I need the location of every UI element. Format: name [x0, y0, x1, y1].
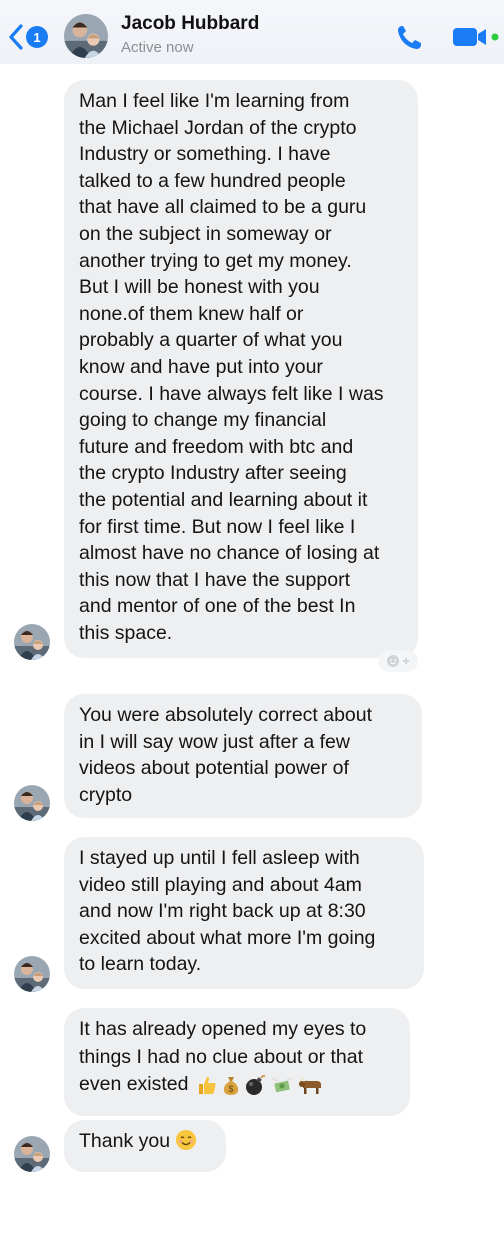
message-line: the crypto Industry after seeing: [79, 462, 347, 485]
online-dot: [491, 33, 499, 41]
message-line: on the subject in someway or: [79, 222, 332, 245]
message-line: crypto: [79, 783, 133, 806]
message-line: future and freedom with btc and: [79, 435, 354, 458]
message-line: But I will be honest with you: [79, 276, 320, 299]
message-line: videos about potential power of: [79, 757, 349, 780]
message-line: It has already opened my eyes to: [79, 1018, 367, 1040]
message-line: You were absolutely correct about: [79, 704, 373, 726]
active-status: Active now: [121, 39, 194, 56]
message-line: none.of them knew half or: [79, 302, 304, 325]
message-line: Man I feel like I'm learning from: [79, 90, 350, 112]
message-bubble[interactable]: Man I feel like I'm learning from the Mi…: [64, 80, 418, 658]
sender-avatar[interactable]: [14, 1136, 50, 1172]
back-button[interactable]: 1: [8, 22, 58, 52]
message-line: another trying to get my money.: [79, 249, 352, 272]
message-line: this space.: [79, 621, 173, 644]
video-call-icon[interactable]: [450, 24, 502, 50]
message-line: in I will say wow just after a few: [79, 730, 350, 753]
bomb-icon: [245, 1074, 266, 1095]
message-bubble[interactable]: You were absolutely correct about in I w…: [64, 694, 422, 818]
message-line: for first time. But now I feel like I: [79, 515, 356, 538]
contact-avatar[interactable]: [64, 14, 108, 58]
conversation-header: 1 Jacob Hubbard Active now: [0, 0, 504, 64]
message-line: going to change my financial: [79, 409, 327, 432]
message-line: know and have put into your: [79, 355, 323, 378]
message-line: almost have no chance of losing at: [79, 542, 380, 565]
message-line: the Michael Jordan of the crypto: [79, 116, 357, 139]
message-line: the potential and learning about it: [79, 488, 368, 511]
message-line: to learn today.: [79, 953, 202, 976]
message-line: and now I'm right back up at 8:30: [79, 900, 366, 923]
thumbs-up-icon: [198, 1076, 216, 1094]
message-line: things I had no clue about or that: [79, 1045, 364, 1068]
sender-avatar[interactable]: [14, 956, 50, 992]
money-with-wings-icon: [270, 1077, 293, 1093]
sender-avatar[interactable]: [14, 624, 50, 660]
message-text: Thank you: [79, 1130, 171, 1152]
svg-text:$: $: [228, 1084, 233, 1094]
contact-name[interactable]: Jacob Hubbard: [121, 13, 259, 35]
add-reaction-button[interactable]: [378, 650, 418, 672]
smiling-face-icon: [176, 1130, 197, 1150]
ox-icon: [298, 1078, 321, 1094]
sender-avatar[interactable]: [14, 785, 50, 821]
message-line: Industry or something. I have: [79, 143, 331, 166]
phone-call-icon[interactable]: [393, 22, 427, 52]
message-bubble[interactable]: It has already opened my eyes to things …: [64, 1008, 410, 1116]
message-line: video still playing and about 4am: [79, 873, 362, 896]
message-line: talked to a few hundred people: [79, 169, 346, 192]
message-line: Thank you: [79, 1128, 212, 1155]
message-bubble[interactable]: Thank you: [64, 1120, 226, 1172]
message-line: probably a quarter of what you: [79, 329, 343, 352]
unread-badge: 1: [26, 26, 48, 48]
message-line: excited about what more I'm going: [79, 926, 376, 949]
message-line: even existed $: [79, 1071, 396, 1099]
emoji-group: $: [196, 1074, 324, 1096]
chevron-left-icon: [9, 24, 23, 50]
message-line: that have all claimed to be a guru: [79, 196, 367, 219]
message-line: this now that I have the support: [79, 568, 351, 591]
message-line: and mentor of one of the best In: [79, 595, 356, 618]
message-line: I stayed up until I fell asleep with: [79, 847, 360, 869]
money-bag-icon: $: [223, 1076, 239, 1095]
smiley-plus-icon: [387, 655, 409, 667]
message-bubble[interactable]: I stayed up until I fell asleep with vid…: [64, 837, 424, 989]
message-text: even existed: [79, 1073, 189, 1095]
message-line: course. I have always felt like I was: [79, 382, 384, 405]
